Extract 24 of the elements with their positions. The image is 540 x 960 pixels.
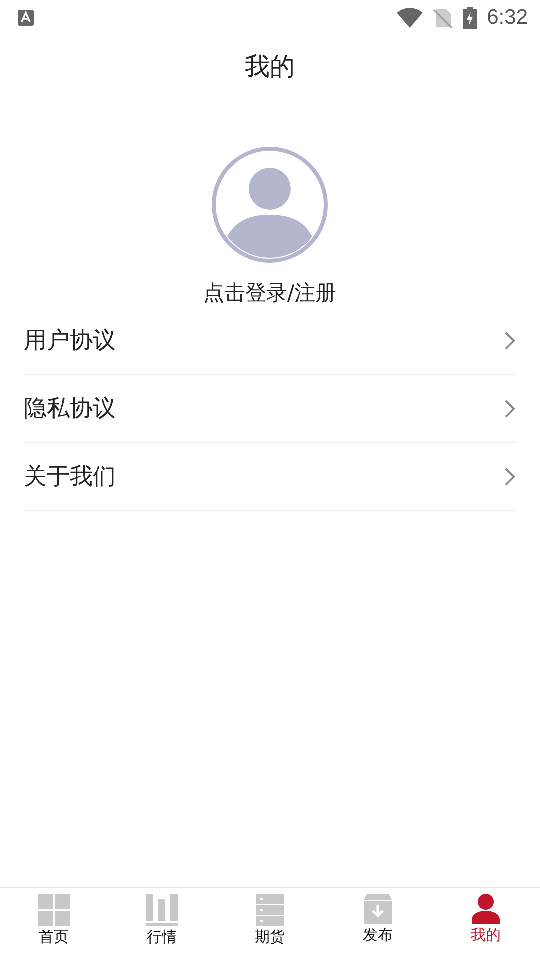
bar-chart-icon (146, 894, 178, 926)
keyboard-app-icon (18, 10, 34, 26)
menu-item[interactable]: 关于我们 (24, 443, 516, 511)
chevron-right-icon (504, 466, 516, 486)
nav-tab[interactable]: 首页 (0, 888, 108, 960)
menu-item[interactable]: 隐私协议 (24, 375, 516, 443)
nav-tab[interactable]: 期货 (216, 888, 324, 960)
avatar-icon[interactable] (212, 147, 328, 263)
no-sim-icon (433, 8, 454, 28)
login-link[interactable]: 点击登录/注册 (203, 279, 337, 307)
status-time: 6:32 (487, 6, 528, 30)
menu-item[interactable]: 用户协议 (24, 307, 516, 375)
download-box-icon (364, 894, 392, 924)
wifi-icon (397, 8, 424, 28)
chevron-right-icon (504, 330, 516, 350)
grid-icon (38, 894, 70, 926)
nav-tab[interactable]: 我的 (432, 888, 540, 960)
page-title: 我的 (245, 51, 295, 83)
chevron-right-icon (504, 398, 516, 418)
nav-tab[interactable]: 行情 (108, 888, 216, 960)
server-icon (256, 894, 284, 926)
battery-charging-icon (463, 7, 478, 29)
person-icon (472, 894, 500, 924)
nav-tab[interactable]: 发布 (324, 888, 432, 960)
